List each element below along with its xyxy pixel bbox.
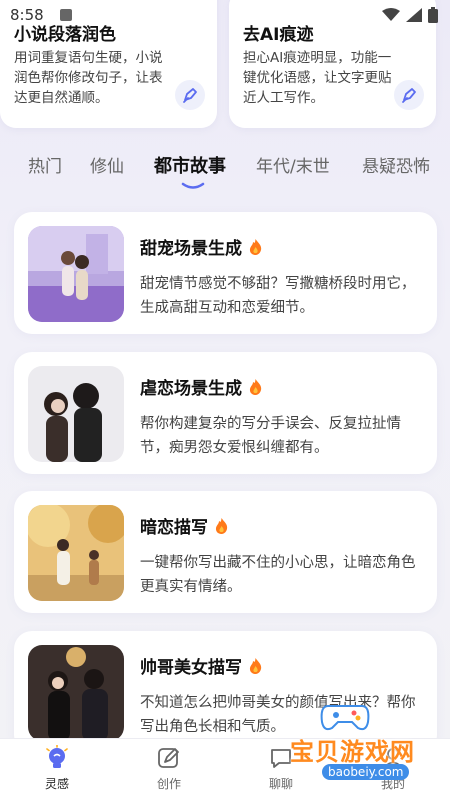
- pen-button[interactable]: [175, 80, 205, 110]
- fire-icon: [249, 378, 262, 395]
- tool-desc: 用词重复语句生硬，小说润色帮你修改句子，让表达更自然通顺。: [14, 50, 163, 106]
- lightbulb-icon: [46, 745, 68, 768]
- pen-icon: [183, 88, 197, 103]
- status-icons: [382, 7, 438, 23]
- status-bar: 8:58: [0, 0, 450, 30]
- card-crush[interactable]: 暗恋描写 一键帮你写出藏不住的小心思，让暗恋角色更真实有情绪。: [14, 491, 437, 613]
- card-title-text: 甜宠场景生成: [140, 239, 242, 259]
- watermark-url: baobeiy.com: [322, 764, 410, 780]
- notification-icon: [60, 9, 72, 21]
- nav-label: 灵感: [44, 777, 69, 791]
- card-desc: 甜宠情节感觉不够甜？写撒糖桥段时用它，生成高甜互动和恋爱细节。: [140, 276, 416, 316]
- thumbnail-image: [28, 226, 124, 322]
- thumbnail-image: [28, 366, 124, 462]
- status-time: 8:58: [10, 6, 44, 24]
- card-title: 暗恋描写: [140, 513, 229, 538]
- tab-era[interactable]: 年代/末世: [256, 152, 330, 177]
- tab-suspense[interactable]: 悬疑恐怖: [362, 152, 430, 177]
- battery-icon: [428, 7, 438, 23]
- card-title-text: 暗恋描写: [140, 518, 208, 538]
- pen-button[interactable]: [394, 80, 424, 110]
- fire-icon: [249, 657, 262, 674]
- tab-hot[interactable]: 热门: [28, 152, 62, 177]
- card-title-text: 虐恋场景生成: [140, 379, 242, 399]
- pen-icon: [402, 88, 416, 103]
- watermark: 宝贝游戏网 baobeiy.com: [270, 690, 440, 785]
- wifi-icon: [382, 8, 400, 21]
- thumbnail-image: [28, 645, 124, 741]
- nav-create[interactable]: 创作: [134, 745, 204, 792]
- card-title: 虐恋场景生成: [140, 374, 263, 399]
- card-desc: 帮你构建复杂的写分手误会、反复拉扯情节，痴男怨女爱恨纠缠都有。: [140, 416, 401, 456]
- fire-icon: [249, 238, 262, 255]
- card-desc: 一键帮你写出藏不住的小心思，让暗恋角色更真实有情绪。: [140, 555, 416, 595]
- card-title: 甜宠场景生成: [140, 234, 263, 259]
- signal-icon: [406, 8, 422, 22]
- compass-pen-icon: [158, 748, 179, 768]
- tab-xianxia[interactable]: 修仙: [90, 152, 124, 177]
- tab-urban[interactable]: 都市故事: [154, 152, 226, 178]
- gamepad-icon: [320, 705, 370, 731]
- tool-desc: 担心AI痕迹明显，功能一键优化语感，让文字更贴近人工写作。: [243, 50, 392, 106]
- nav-inspiration[interactable]: 灵感: [22, 745, 92, 792]
- card-angst-scene[interactable]: 虐恋场景生成 帮你构建复杂的写分手误会、反复拉扯情节，痴男怨女爱恨纠缠都有。: [14, 352, 437, 474]
- thumbnail-image: [28, 505, 124, 601]
- fire-icon: [215, 517, 228, 534]
- card-title: 帅哥美女描写: [140, 653, 263, 678]
- card-sweet-scene[interactable]: 甜宠场景生成 甜宠情节感觉不够甜？写撒糖桥段时用它，生成高甜互动和恋爱细节。: [14, 212, 437, 334]
- watermark-text: 宝贝游戏网: [290, 738, 415, 766]
- tab-active-indicator: [181, 182, 205, 189]
- nav-label: 创作: [156, 777, 181, 791]
- card-title-text: 帅哥美女描写: [140, 658, 242, 678]
- category-tabs: 热门 修仙 都市故事 年代/末世 悬疑恐怖: [0, 152, 450, 192]
